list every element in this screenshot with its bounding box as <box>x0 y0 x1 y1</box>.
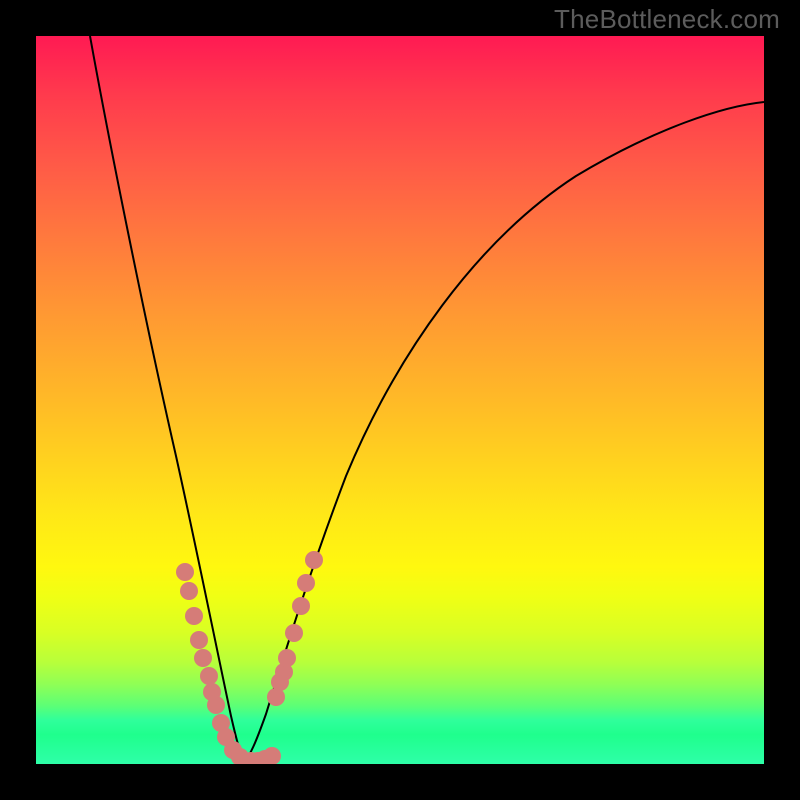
plot-area <box>36 36 764 764</box>
data-dot <box>185 607 203 625</box>
data-dot <box>263 747 281 764</box>
data-dot <box>278 649 296 667</box>
curve-layer <box>36 36 764 764</box>
data-dot <box>305 551 323 569</box>
watermark-text: TheBottleneck.com <box>554 4 780 35</box>
data-dot <box>207 696 225 714</box>
data-dot <box>292 597 310 615</box>
v-curve-right <box>244 102 764 762</box>
chart-frame: TheBottleneck.com <box>0 0 800 800</box>
data-dot <box>200 667 218 685</box>
data-dot <box>176 563 194 581</box>
data-dot <box>194 649 212 667</box>
data-dot <box>190 631 208 649</box>
v-curve-left <box>90 36 244 762</box>
data-dot <box>297 574 315 592</box>
data-dot <box>285 624 303 642</box>
data-dot <box>180 582 198 600</box>
